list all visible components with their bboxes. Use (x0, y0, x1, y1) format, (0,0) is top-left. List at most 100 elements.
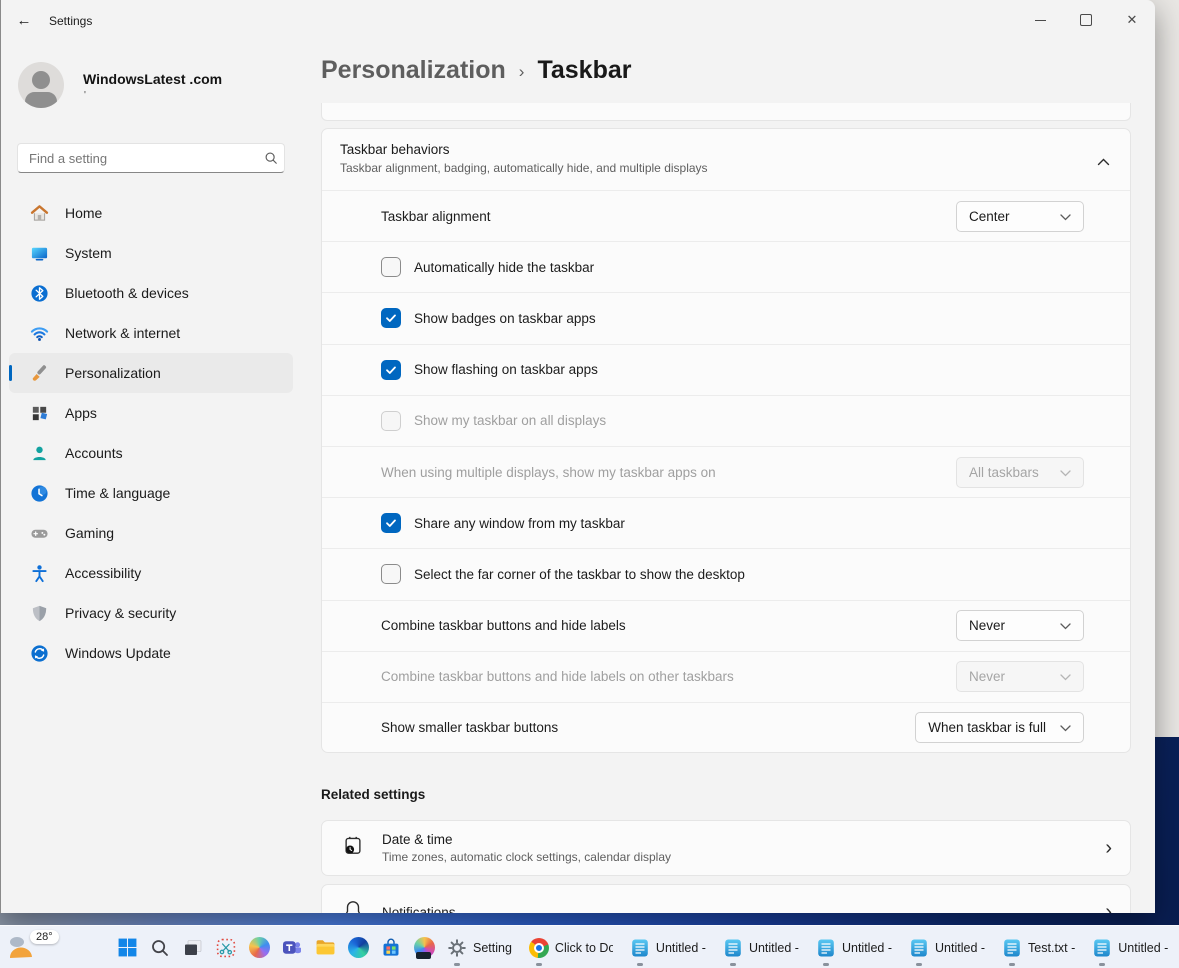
related-title: Date & time (382, 832, 671, 847)
accessibility-icon (29, 563, 49, 583)
checkbox[interactable] (381, 360, 401, 380)
notepad-icon (629, 937, 651, 959)
taskbar-app-label: Click to Do (555, 941, 613, 955)
dropdown[interactable]: Center (956, 201, 1084, 232)
related-settings-header: Related settings (321, 787, 425, 802)
taskbar-app-settings-0[interactable]: Setting (438, 926, 520, 968)
sidebar-item-label: Windows Update (65, 645, 171, 661)
search-taskbar-icon[interactable] (149, 937, 171, 959)
network-icon (29, 323, 49, 343)
setting-label: Taskbar alignment (381, 209, 491, 224)
sidebar-item-network[interactable]: Network & internet (9, 313, 293, 353)
weather-widget[interactable]: 28° (8, 928, 66, 967)
setting-label: Automatically hide the taskbar (414, 260, 594, 275)
sidebar-item-accessibility[interactable]: Accessibility (9, 553, 293, 593)
sidebar-item-update[interactable]: Windows Update (9, 633, 293, 673)
taskbar-app-notepad-4[interactable]: Untitled - (807, 926, 900, 968)
avatar[interactable] (18, 62, 64, 108)
sidebar-item-label: Accessibility (65, 565, 141, 581)
bluetooth-icon (29, 283, 49, 303)
taskbar-app-notepad-5[interactable]: Untitled - (900, 926, 993, 968)
content-area: Personalization › Taskbar Taskbar behavi… (321, 40, 1131, 913)
sidebar-item-label: Accounts (65, 445, 123, 461)
settings-window: ← Settings ✕ WindowsLatest .com ' HomeSy… (0, 0, 1155, 913)
setting-row: Show flashing on taskbar apps (322, 344, 1130, 395)
setting-label: Combine taskbar buttons and hide labels (381, 618, 626, 633)
sidebar-item-label: Personalization (65, 365, 161, 381)
sidebar-item-bluetooth[interactable]: Bluetooth & devices (9, 273, 293, 313)
store-taskbar-icon[interactable] (380, 937, 402, 959)
edge-taskbar-icon[interactable] (347, 937, 369, 959)
privacy-icon (29, 603, 49, 623)
sidebar-item-gaming[interactable]: Gaming (9, 513, 293, 553)
taskbar-app-notepad-7[interactable]: Untitled - (1083, 926, 1176, 968)
settings-icon (446, 937, 468, 959)
chevron-up-icon[interactable] (1097, 153, 1110, 171)
sidebar-item-privacy[interactable]: Privacy & security (9, 593, 293, 633)
checkbox[interactable] (381, 308, 401, 328)
maximize-icon[interactable] (1063, 0, 1109, 40)
sidebar-item-time[interactable]: Time & language (9, 473, 293, 513)
teams-taskbar-icon[interactable] (281, 937, 303, 959)
setting-label: Show flashing on taskbar apps (414, 362, 598, 377)
setting-label: Show my taskbar on all displays (414, 413, 606, 428)
setting-row: Show smaller taskbar buttonsWhen taskbar… (322, 702, 1130, 753)
user-name: WindowsLatest .com (83, 71, 222, 87)
setting-row: When using multiple displays, show my ta… (322, 446, 1130, 497)
sidebar-item-label: Home (65, 205, 102, 221)
start-taskbar-icon[interactable] (116, 937, 138, 959)
m365-taskbar-icon[interactable] (413, 937, 435, 959)
sidebar-item-apps[interactable]: Apps (9, 393, 293, 433)
taskbar-behaviors-header[interactable]: Taskbar behaviors Taskbar alignment, bad… (322, 129, 1130, 190)
related-setting-datetime[interactable]: Date & time Time zones, automatic clock s… (321, 820, 1131, 876)
back-button[interactable]: ← (9, 6, 39, 34)
setting-row: Automatically hide the taskbar (322, 241, 1130, 292)
notifications-icon (342, 899, 364, 914)
related-subtitle: Time zones, automatic clock settings, ca… (382, 850, 671, 864)
minimize-icon[interactable] (1017, 0, 1063, 40)
taskbar-app-label: Untitled - (1118, 941, 1168, 955)
setting-row: Show my taskbar on all displays (322, 395, 1130, 446)
breadcrumb: Personalization › Taskbar (321, 56, 631, 85)
taskbar-app-notepad-2[interactable]: Untitled - (621, 926, 714, 968)
chevron-right-icon: › (1105, 901, 1112, 914)
checkbox[interactable] (381, 513, 401, 533)
copilot-taskbar-icon[interactable] (248, 937, 270, 959)
explorer-taskbar-icon[interactable] (314, 937, 336, 959)
sidebar: WindowsLatest .com ' HomeSystemBluetooth… (1, 40, 301, 913)
search-box[interactable] (17, 143, 285, 173)
close-icon[interactable]: ✕ (1109, 0, 1155, 40)
setting-row: Show badges on taskbar apps (322, 292, 1130, 343)
dropdown[interactable]: When taskbar is full (915, 712, 1084, 743)
sidebar-item-home[interactable]: Home (9, 193, 293, 233)
datetime-icon (342, 835, 364, 862)
chevron-down-icon (1060, 209, 1071, 224)
taskbar-app-notepad-3[interactable]: Untitled - (714, 926, 807, 968)
dropdown: Never (956, 661, 1084, 692)
sidebar-item-accounts[interactable]: Accounts (9, 433, 293, 473)
setting-label: Share any window from my taskbar (414, 516, 625, 531)
chevron-down-icon (1060, 618, 1071, 633)
breadcrumb-parent[interactable]: Personalization (321, 56, 506, 85)
taskbar-app-notepad-6[interactable]: Test.txt - (993, 926, 1083, 968)
related-setting-notifications[interactable]: Notifications› (321, 884, 1131, 913)
checkbox[interactable] (381, 257, 401, 277)
sidebar-item-label: System (65, 245, 112, 261)
dropdown[interactable]: Never (956, 610, 1084, 641)
pinned-icons (116, 926, 435, 968)
titlebar[interactable]: ← Settings ✕ (1, 0, 1155, 40)
dropdown-value: Center (969, 209, 1010, 224)
setting-row: Taskbar alignment Center (322, 190, 1130, 241)
chevron-down-icon (1060, 669, 1071, 684)
sidebar-item-system[interactable]: System (9, 233, 293, 273)
taskview-taskbar-icon[interactable] (182, 937, 204, 959)
search-input[interactable] (18, 151, 258, 166)
sidebar-nav: Home System Bluetooth & devicesNetwork & i… (9, 193, 293, 673)
snip-taskbar-icon[interactable] (215, 937, 237, 959)
taskbar-app-chrome-1[interactable]: Click to Do (520, 926, 621, 968)
sidebar-item-label: Apps (65, 405, 97, 421)
notepad-icon (1091, 937, 1113, 959)
sidebar-item-personalization[interactable]: Personalization (9, 353, 293, 393)
checkbox[interactable] (381, 564, 401, 584)
chevron-down-icon (1060, 465, 1071, 480)
